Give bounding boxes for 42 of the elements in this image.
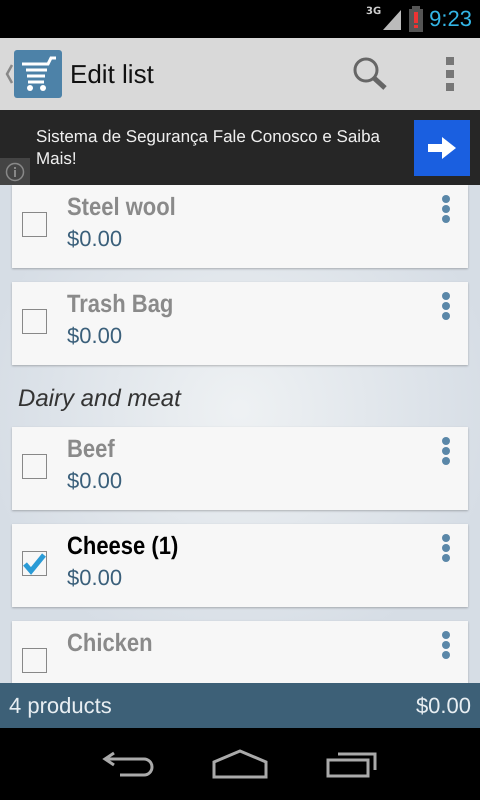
overflow-menu-icon[interactable] xyxy=(445,57,455,91)
product-name: Beef xyxy=(67,435,116,464)
checkbox[interactable] xyxy=(22,454,47,479)
product-name: Steel wool xyxy=(67,193,177,222)
product-card[interactable]: Steel wool $0.00 xyxy=(12,185,468,268)
product-name: Cheese (1) xyxy=(67,532,180,561)
clock: 9:23 xyxy=(429,6,472,32)
product-price: $0.00 xyxy=(67,565,124,591)
shopping-cart-icon[interactable] xyxy=(14,50,62,98)
search-icon[interactable] xyxy=(352,56,388,92)
section-header: Dairy and meat xyxy=(17,384,182,413)
checkbox[interactable] xyxy=(22,309,47,334)
item-menu-icon[interactable] xyxy=(441,534,451,562)
battery-alert-icon xyxy=(409,6,424,32)
signal-icon xyxy=(381,8,404,30)
product-price: $0.00 xyxy=(67,468,124,494)
recent-apps-button[interactable] xyxy=(326,750,378,778)
total-price: $0.00 xyxy=(416,692,471,718)
info-button[interactable] xyxy=(0,158,30,185)
checkbox[interactable] xyxy=(22,551,47,576)
back-caret-icon[interactable] xyxy=(4,63,14,85)
product-card[interactable]: Beef $0.00 xyxy=(12,427,468,510)
product-count: 4 products xyxy=(9,692,112,718)
ad-arrow-button[interactable] xyxy=(414,120,470,176)
product-name: Chicken xyxy=(67,629,154,658)
item-menu-icon[interactable] xyxy=(441,292,451,320)
item-menu-icon[interactable] xyxy=(441,631,451,659)
product-card[interactable]: Chicken xyxy=(12,621,468,683)
product-price: $0.00 xyxy=(67,226,124,252)
back-button[interactable] xyxy=(102,750,154,778)
checkbox[interactable] xyxy=(22,648,47,673)
network-type: 3G xyxy=(366,6,382,17)
checkbox[interactable] xyxy=(22,212,47,237)
product-card[interactable]: Cheese (1) $0.00 xyxy=(12,524,468,607)
product-name: Trash Bag xyxy=(67,290,174,319)
arrow-icon xyxy=(428,136,456,158)
item-menu-icon[interactable] xyxy=(441,437,451,465)
home-button[interactable] xyxy=(212,749,268,779)
product-card[interactable]: Trash Bag $0.00 xyxy=(12,282,468,365)
item-menu-icon[interactable] xyxy=(441,195,451,223)
product-price: $0.00 xyxy=(67,323,124,349)
screen-title: Edit list xyxy=(70,58,155,90)
